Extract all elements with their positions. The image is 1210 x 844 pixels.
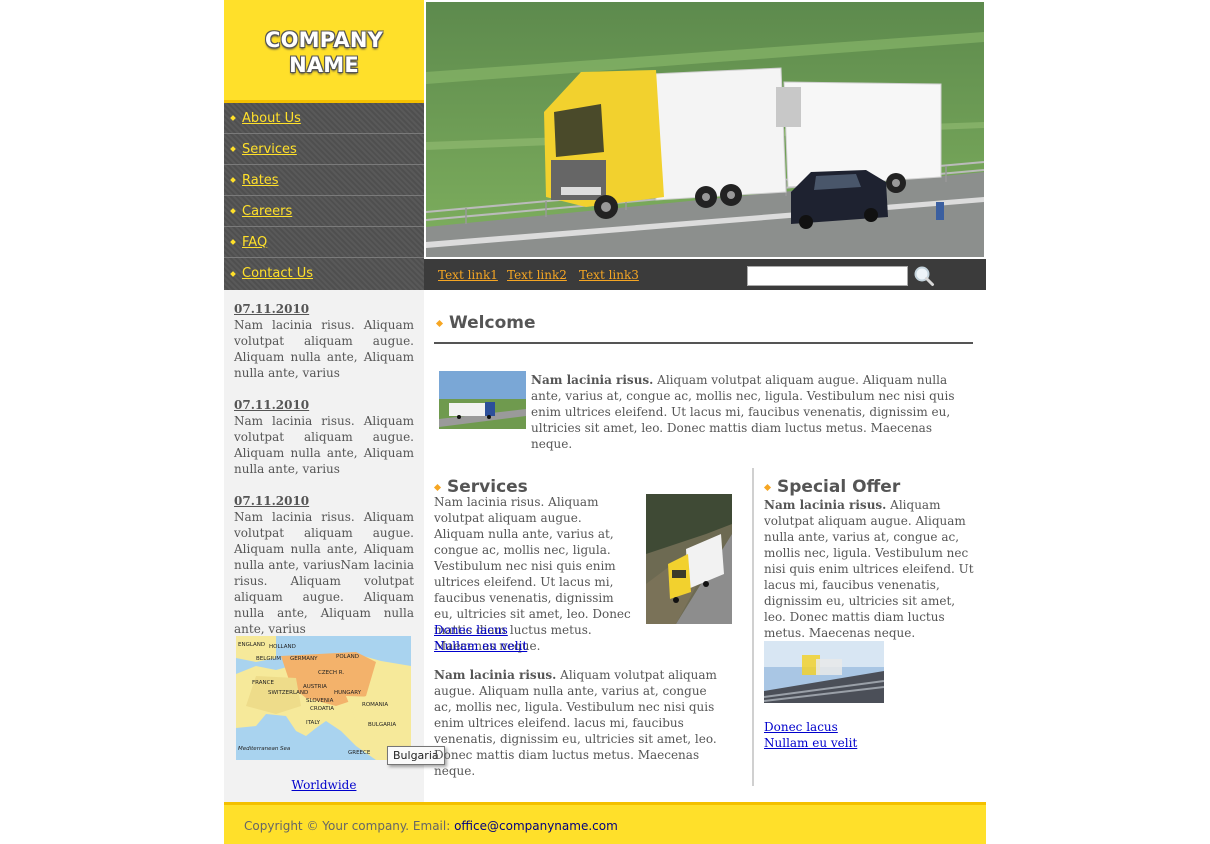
logo-line2: NAME [289,53,359,77]
map-label-mediterranean-sea: Mediterranean Sea [238,746,291,752]
bullet-icon [230,239,236,245]
map-label-poland: POLAND [336,654,359,660]
bullet-icon [230,146,236,152]
bullet-icon [230,271,236,277]
map-label-switzerland: SWITZERLAND [268,690,308,696]
news-text: Nam lacinia risus. Aliquam volutpat aliq… [234,414,414,476]
nav-item-contact[interactable]: Contact Us [224,258,424,289]
nav-link-careers[interactable]: Careers [242,204,292,219]
services-truck-image [646,494,732,624]
page-wrapper: COMPANY NAME About Us Services Rates Car… [224,0,986,844]
news-text: Nam lacinia risus. Aliquam volutpat aliq… [234,510,414,636]
map-label-france: FRANCE [252,680,274,686]
europe-map[interactable]: ENGLAND HOLLAND BELGIUM GERMANY POLAND C… [236,636,411,760]
welcome-divider [434,342,973,344]
welcome-heading-text: Welcome [449,313,536,333]
news-item: 07.11.2010 Nam lacinia risus. Aliquam vo… [234,493,414,637]
text-link-1[interactable]: Text link1 [438,268,498,282]
nav-link-contact[interactable]: Contact Us [242,266,313,281]
map-label-italy: ITALY [306,720,321,726]
text-link-2[interactable]: Text link2 [507,268,567,282]
map-label-romania: ROMANIA [362,702,388,708]
nav-link-rates[interactable]: Rates [242,173,279,188]
text-link-3[interactable]: Text link3 [579,268,639,282]
services-para2-bold: Nam lacinia risus. [434,668,557,682]
welcome-truck-image [439,371,526,429]
news-date[interactable]: 07.11.2010 [234,397,414,413]
main-nav: About Us Services Rates Careers FAQ Cont… [224,103,424,290]
offer-bold: Nam lacinia risus. [764,498,887,512]
nav-item-faq[interactable]: FAQ [224,227,424,258]
bullet-icon [230,208,236,214]
bullet-icon [434,484,441,491]
news-date[interactable]: 07.11.2010 [234,493,414,509]
company-logo[interactable]: COMPANY NAME [224,0,424,103]
map-label-slovenia: SLOVENIA [306,698,334,704]
top-link-bar: Text link1 Text link2 Text link3 [424,259,986,290]
map-label-england: ENGLAND [238,642,265,648]
map-label-germany: GERMANY [290,656,318,662]
map-label-croatia: CROATIA [310,706,334,712]
special-offer-heading: Special Offer [764,477,900,497]
bullet-icon [436,320,443,327]
map-label-hungary: HUNGARY [334,690,362,696]
services-link-nullam-eu-velit[interactable]: Nullam eu velit [434,638,527,654]
welcome-bold: Nam lacinia risus. [531,373,654,387]
news-item: 07.11.2010 Nam lacinia risus. Aliquam vo… [234,397,414,477]
nav-item-careers[interactable]: Careers [224,196,424,227]
search-icon[interactable] [913,265,935,287]
map-label-belgium: BELGIUM [256,656,281,662]
news-text: Nam lacinia risus. Aliquam volutpat aliq… [234,318,414,380]
special-offer-text: Nam lacinia risus. Aliquam volutpat aliq… [764,497,974,641]
nav-item-rates[interactable]: Rates [224,165,424,196]
offer-heading-text: Special Offer [777,477,901,497]
nav-link-about[interactable]: About Us [242,111,301,126]
nav-item-about[interactable]: About Us [224,103,424,134]
map-label-bulgaria: BULGARIA [368,722,396,728]
news-item: 07.11.2010 Nam lacinia risus. Aliquam vo… [234,301,414,381]
footer: Copyright © Your company. Email: office@… [224,802,986,844]
offer-link-donec-lacus[interactable]: Donec lacus [764,719,838,735]
hero-truck-image [426,2,984,257]
map-label-czech-r: CZECH R. [318,670,344,676]
search-input[interactable] [747,266,908,286]
bullet-icon [230,177,236,183]
offer-link-nullam-eu-velit[interactable]: Nullam eu velit [764,735,857,751]
worldwide-link[interactable]: Worldwide [224,778,424,792]
map-label-greece: GREECE [348,750,371,756]
bullet-icon [230,115,236,121]
news-sidebar: 07.11.2010 Nam lacinia risus. Aliquam vo… [224,290,445,802]
map-label-holland: HOLLAND [269,644,296,650]
nav-item-services[interactable]: Services [224,134,424,165]
footer-text: Copyright © Your company. Email: [244,819,455,833]
services-para2-body: Aliquam volutpat aliquam augue. Aliquam … [434,668,717,778]
logo-line1: COMPANY [264,28,384,52]
column-divider [752,468,754,786]
nav-link-faq[interactable]: FAQ [242,235,267,250]
welcome-text: Nam lacinia risus. Aliquam volutpat aliq… [531,372,975,452]
footer-copyright: Copyright © Your company. Email: office@… [244,819,618,833]
services-paragraph-2: Nam lacinia risus. Aliquam volutpat aliq… [434,667,724,779]
offer-body: Aliquam volutpat aliquam augue. Aliquam … [764,498,974,640]
bullet-icon [764,484,771,491]
special-offer-truck-image [764,641,884,703]
welcome-heading: Welcome [436,313,536,333]
footer-email-link[interactable]: office@companyname.com [454,819,618,833]
services-link-donec-lacus[interactable]: Donec lacus [434,622,508,638]
nav-link-services[interactable]: Services [242,142,297,157]
news-date[interactable]: 07.11.2010 [234,301,414,317]
